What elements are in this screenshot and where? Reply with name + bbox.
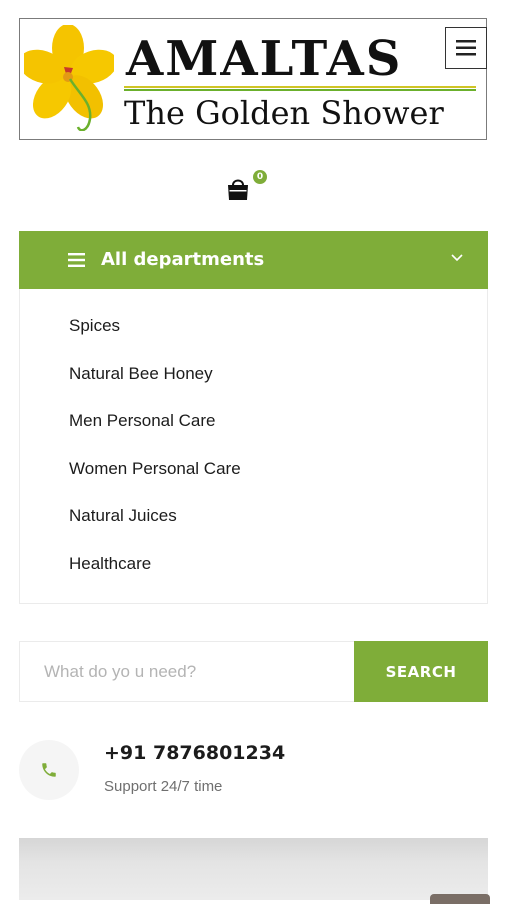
- menu-toggle-button[interactable]: [445, 27, 487, 69]
- departments-list: Spices Natural Bee Honey Men Personal Ca…: [69, 312, 241, 598]
- phone-icon: [42, 763, 56, 777]
- departments-panel: All departments Spices Natural Bee Honey…: [19, 231, 488, 604]
- department-item-women-personal-care[interactable]: Women Personal Care: [69, 455, 241, 503]
- logo-subtitle: The Golden Shower: [124, 94, 444, 132]
- department-item-natural-juices[interactable]: Natural Juices: [69, 502, 241, 550]
- departments-title: All departments: [101, 249, 265, 270]
- department-item-spices[interactable]: Spices: [69, 312, 241, 360]
- hero-banner[interactable]: [19, 838, 490, 904]
- flower-logo-icon: [24, 25, 114, 131]
- hamburger-icon: [456, 40, 476, 56]
- shopping-bag-icon: [228, 179, 248, 200]
- search-form: SEARCH: [19, 641, 488, 702]
- chevron-down-icon: [451, 254, 463, 262]
- cart-button[interactable]: 0: [226, 170, 272, 202]
- search-button[interactable]: SEARCH: [354, 641, 488, 702]
- hero-product-image: [430, 894, 490, 904]
- phone-icon-badge: [19, 740, 79, 800]
- search-input[interactable]: [20, 642, 354, 701]
- department-item-men-personal-care[interactable]: Men Personal Care: [69, 407, 241, 455]
- logo-title: AMALTAS: [126, 31, 403, 87]
- support-phone-number[interactable]: +91 7876801234: [104, 739, 285, 767]
- logo-divider: [124, 86, 476, 91]
- cart-count-badge: 0: [253, 170, 267, 184]
- department-item-natural-bee-honey[interactable]: Natural Bee Honey: [69, 360, 241, 408]
- support-hours-text: Support 24/7 time: [104, 778, 223, 795]
- department-item-healthcare[interactable]: Healthcare: [69, 550, 241, 598]
- brand-logo[interactable]: AMALTAS The Golden Shower: [19, 18, 487, 140]
- list-icon: [68, 253, 85, 267]
- departments-toggle[interactable]: All departments: [19, 231, 488, 289]
